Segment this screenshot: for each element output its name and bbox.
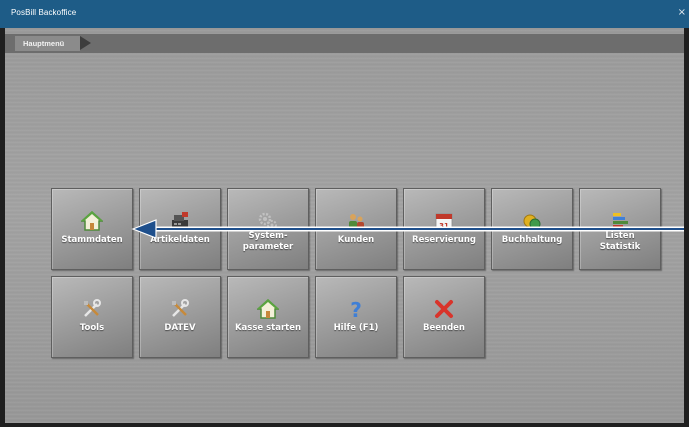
- help-icon: ?: [350, 298, 362, 320]
- house-icon: [257, 298, 279, 319]
- register-icon: [172, 212, 188, 229]
- tile-datev[interactable]: DATEV: [139, 276, 221, 358]
- tile-listen-statistik[interactable]: Listen Statistik: [579, 188, 661, 270]
- tile-label: Beenden: [423, 323, 465, 333]
- window-titlebar: PosBill Backoffice ×: [0, 0, 689, 28]
- tools-icon: [172, 299, 189, 317]
- tile-stammdaten[interactable]: Stammdaten: [51, 188, 133, 270]
- tile-systemparameter[interactable]: System- parameter: [227, 188, 309, 270]
- close-window-button[interactable]: ×: [678, 7, 686, 18]
- tile-reservierung[interactable]: 31 Reservierung: [403, 188, 485, 270]
- tile-label: Buchhaltung: [501, 235, 563, 245]
- tile-label: Listen Statistik: [599, 231, 641, 252]
- tile-label: Kasse starten: [234, 323, 302, 333]
- bar-chart-icon: [613, 213, 628, 228]
- customers-icon: [349, 214, 364, 229]
- tile-label: Stammdaten: [61, 235, 123, 245]
- window-bottom-edge: [0, 423, 689, 427]
- tile-label: DATEV: [164, 323, 196, 333]
- gears-icon: [258, 212, 277, 230]
- tile-buchhaltung[interactable]: Buchhaltung: [491, 188, 573, 270]
- tile-beenden[interactable]: Beenden: [403, 276, 485, 358]
- tile-label: System- parameter: [242, 231, 294, 252]
- breadcrumb-item-hauptmenu[interactable]: Hauptmenü: [15, 36, 80, 51]
- coins-icon: [523, 214, 541, 230]
- tile-artikeldaten[interactable]: Artikeldaten: [139, 188, 221, 270]
- breadcrumb-arrow-icon: [80, 36, 91, 50]
- tile-label: Tools: [79, 323, 105, 333]
- help-glyph: ?: [350, 298, 362, 320]
- house-icon: [81, 210, 103, 231]
- calendar-day-text: 31: [439, 222, 449, 230]
- window-title: PosBill Backoffice: [11, 8, 77, 17]
- breadcrumb: Hauptmenü: [5, 34, 684, 53]
- tools-icon: [84, 299, 101, 317]
- tile-kunden[interactable]: Kunden: [315, 188, 397, 270]
- tile-label: Hilfe (F1): [333, 323, 379, 333]
- tile-label: Kunden: [337, 235, 375, 245]
- tile-tools[interactable]: Tools: [51, 276, 133, 358]
- tile-label: Artikeldaten: [150, 235, 210, 245]
- tile-label: Reservierung: [412, 235, 476, 245]
- calendar-icon: 31: [435, 213, 453, 231]
- close-icon: [435, 300, 453, 318]
- tile-kasse-starten[interactable]: Kasse starten: [227, 276, 309, 358]
- tile-hilfe[interactable]: ? Hilfe (F1): [315, 276, 397, 358]
